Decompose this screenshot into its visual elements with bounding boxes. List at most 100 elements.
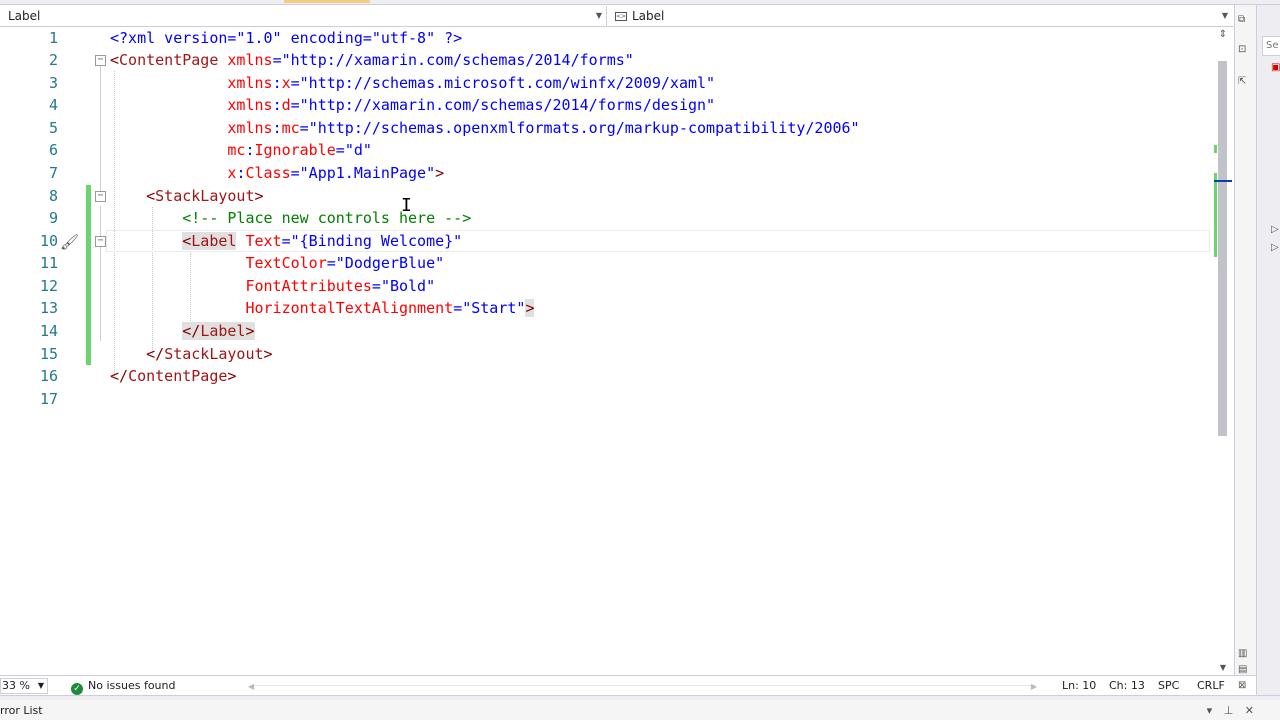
error-list-panel: rror List ▾ ⊥ ✕ [0,695,1280,720]
zoom-dropdown[interactable]: 33 % ▼ [0,678,48,694]
scroll-right-icon[interactable]: ▶ [1031,677,1037,697]
line-text: </ContentPage> [110,367,237,385]
close-icon[interactable]: ✕ [1245,704,1254,717]
editor-status-bar: 33 % ▼ ✓ No issues found ◀ ▶ Ln: 10 Ch: 1… [0,675,1256,695]
panel-buttons: ▾ ⊥ ✕ [1199,704,1254,717]
line-text: <ContentPage xmlns="http://xamarin.com/s… [110,51,634,69]
line-text: xmlns:mc="http://schemas.openxmlformats.… [227,119,860,137]
code-line: 15 </StackLayout> [0,343,1212,365]
search-input[interactable]: Se [1262,36,1280,56]
checkmark-icon: ✓ [71,683,83,695]
code-line: 17 [0,388,1212,410]
line-text: </Label> [182,322,255,340]
pin-icon[interactable]: ⊥ [1224,704,1234,717]
line-text: <?xml version="1.0" encoding="utf-8" ?> [110,29,463,47]
line-text: x:Class="App1.MainPage"> [227,164,445,182]
vertical-scrollbar[interactable]: ⇕ ▼ [1212,27,1234,675]
line-number: 12 [39,277,58,295]
line-number: 11 [39,254,58,272]
member-dropdown[interactable]: <> Label ▼ [612,6,1232,26]
code-editor[interactable]: 1 <?xml version="1.0" encoding="utf-8" ?… [0,27,1212,675]
line-text: TextColor="DodgerBlue" [245,254,445,272]
line-number: 2 [48,51,58,69]
line-text: xmlns:x="http://schemas.microsoft.com/wi… [227,74,716,92]
code-line: 6 mc:Ignorable="d" [0,139,1212,161]
line-text: <StackLayout> [146,187,264,205]
line-text: FontAttributes="Bold" [245,277,436,295]
line-text: <Label Text="{Binding Welcome}" [182,232,463,250]
type-dropdown[interactable]: Label ▼ [0,6,607,26]
collapse-toggle[interactable]: − [95,191,106,202]
code-line: 9 <!-- Place new controls here --> [0,207,1212,229]
line-indicator[interactable]: Ln: 10 [1062,676,1096,696]
code-line: 11 TextColor="DodgerBlue" [0,252,1212,274]
split-vertical-icon[interactable]: ▤ [1238,664,1247,676]
line-number: 5 [48,119,58,137]
collapse-toggle[interactable]: − [95,236,106,247]
code-line: 16 </ContentPage> [0,365,1212,387]
line-text: HorizontalTextAlignment="Start"> [245,299,535,317]
navigation-bar: Label ▼ <> Label ▼ [0,5,1234,27]
line-number: 8 [48,187,58,205]
expand-arrow-icon[interactable]: ▷ [1271,242,1279,254]
whitespace-indicator[interactable]: SPC [1158,676,1179,696]
preview-icon[interactable]: ⇱ [1238,76,1246,88]
line-text: xmlns:d="http://xamarin.com/schemas/2014… [227,96,716,114]
code-line: 4 xmlns:d="http://xamarin.com/schemas/20… [0,94,1212,116]
zoom-level: 33 % [2,679,30,692]
change-marker [1214,145,1217,153]
code-line: 5 xmlns:mc="http://schemas.openxmlformat… [0,117,1212,139]
active-tab-indicator [284,0,370,3]
code-line: 12 FontAttributes="Bold" [0,275,1212,297]
line-number: 6 [48,141,58,159]
line-number: 1 [48,29,58,47]
issues-text: No issues found [88,679,176,692]
scroll-left-icon[interactable]: ◀ [248,677,254,697]
line-number: 17 [39,390,58,408]
type-dropdown-label: Label [8,9,41,23]
collapse-toggle[interactable]: − [95,55,106,66]
line-text: </StackLayout> [146,345,273,363]
line-number: 16 [39,367,58,385]
line-number: 7 [48,164,58,182]
code-line: 13 HorizontalTextAlignment="Start"> [0,297,1212,319]
member-dropdown-label: Label [632,9,665,23]
chevron-down-icon: ▼ [595,11,602,20]
error-list-header[interactable]: rror List [0,700,1280,720]
line-number: 10 [39,232,58,250]
line-number: 14 [39,322,58,340]
code-line: 7 x:Class="App1.MainPage"> [0,162,1212,184]
solution-explorer-edge [1256,5,1280,695]
line-text: <!-- Place new controls here --> [182,209,472,227]
paintbrush-icon[interactable]: 🖌 [60,234,79,250]
column-indicator[interactable]: Ch: 13 [1109,676,1145,696]
code-line: 1 <?xml version="1.0" encoding="utf-8" ?… [0,27,1212,49]
close-split-icon[interactable]: ⊠ [1238,680,1246,692]
line-number: 4 [48,96,58,114]
code-line: 2 − <ContentPage xmlns="http://xamarin.c… [0,49,1212,71]
collapse-icon[interactable]: ⊡ [1238,44,1246,56]
split-horizontal-icon[interactable]: ▥ [1238,648,1247,660]
line-number: 15 [39,345,58,363]
split-window-icon[interactable]: ⧉ [1238,14,1245,26]
scroll-down-icon[interactable]: ▼ [1216,661,1230,675]
chevron-down-icon: ▼ [1221,11,1228,20]
change-marker [1214,173,1217,257]
caret-position-marker [1214,180,1232,182]
scrollbar-thumb[interactable] [1218,61,1227,436]
code-line: 8 − <StackLayout> [0,185,1212,207]
line-number: 9 [48,209,58,227]
issues-indicator[interactable]: ✓ No issues found [71,676,175,696]
dropdown-icon[interactable]: ▾ [1207,704,1213,717]
line-number: 3 [48,74,58,92]
error-list-title: rror List [0,704,43,717]
code-line: 14 </Label> [0,320,1212,342]
mouse-ibeam-cursor: I [401,195,412,216]
line-number: 13 [39,299,58,317]
expand-arrow-icon[interactable]: ▷ [1271,224,1279,236]
split-editor-icon[interactable]: ⇕ [1216,28,1230,42]
pin-icon[interactable]: ▣ [1271,62,1280,74]
line-ending-indicator[interactable]: CRLF [1197,676,1225,696]
horizontal-scrollbar[interactable]: ◀ ▶ [248,682,1037,691]
chevron-down-icon: ▼ [37,681,44,690]
